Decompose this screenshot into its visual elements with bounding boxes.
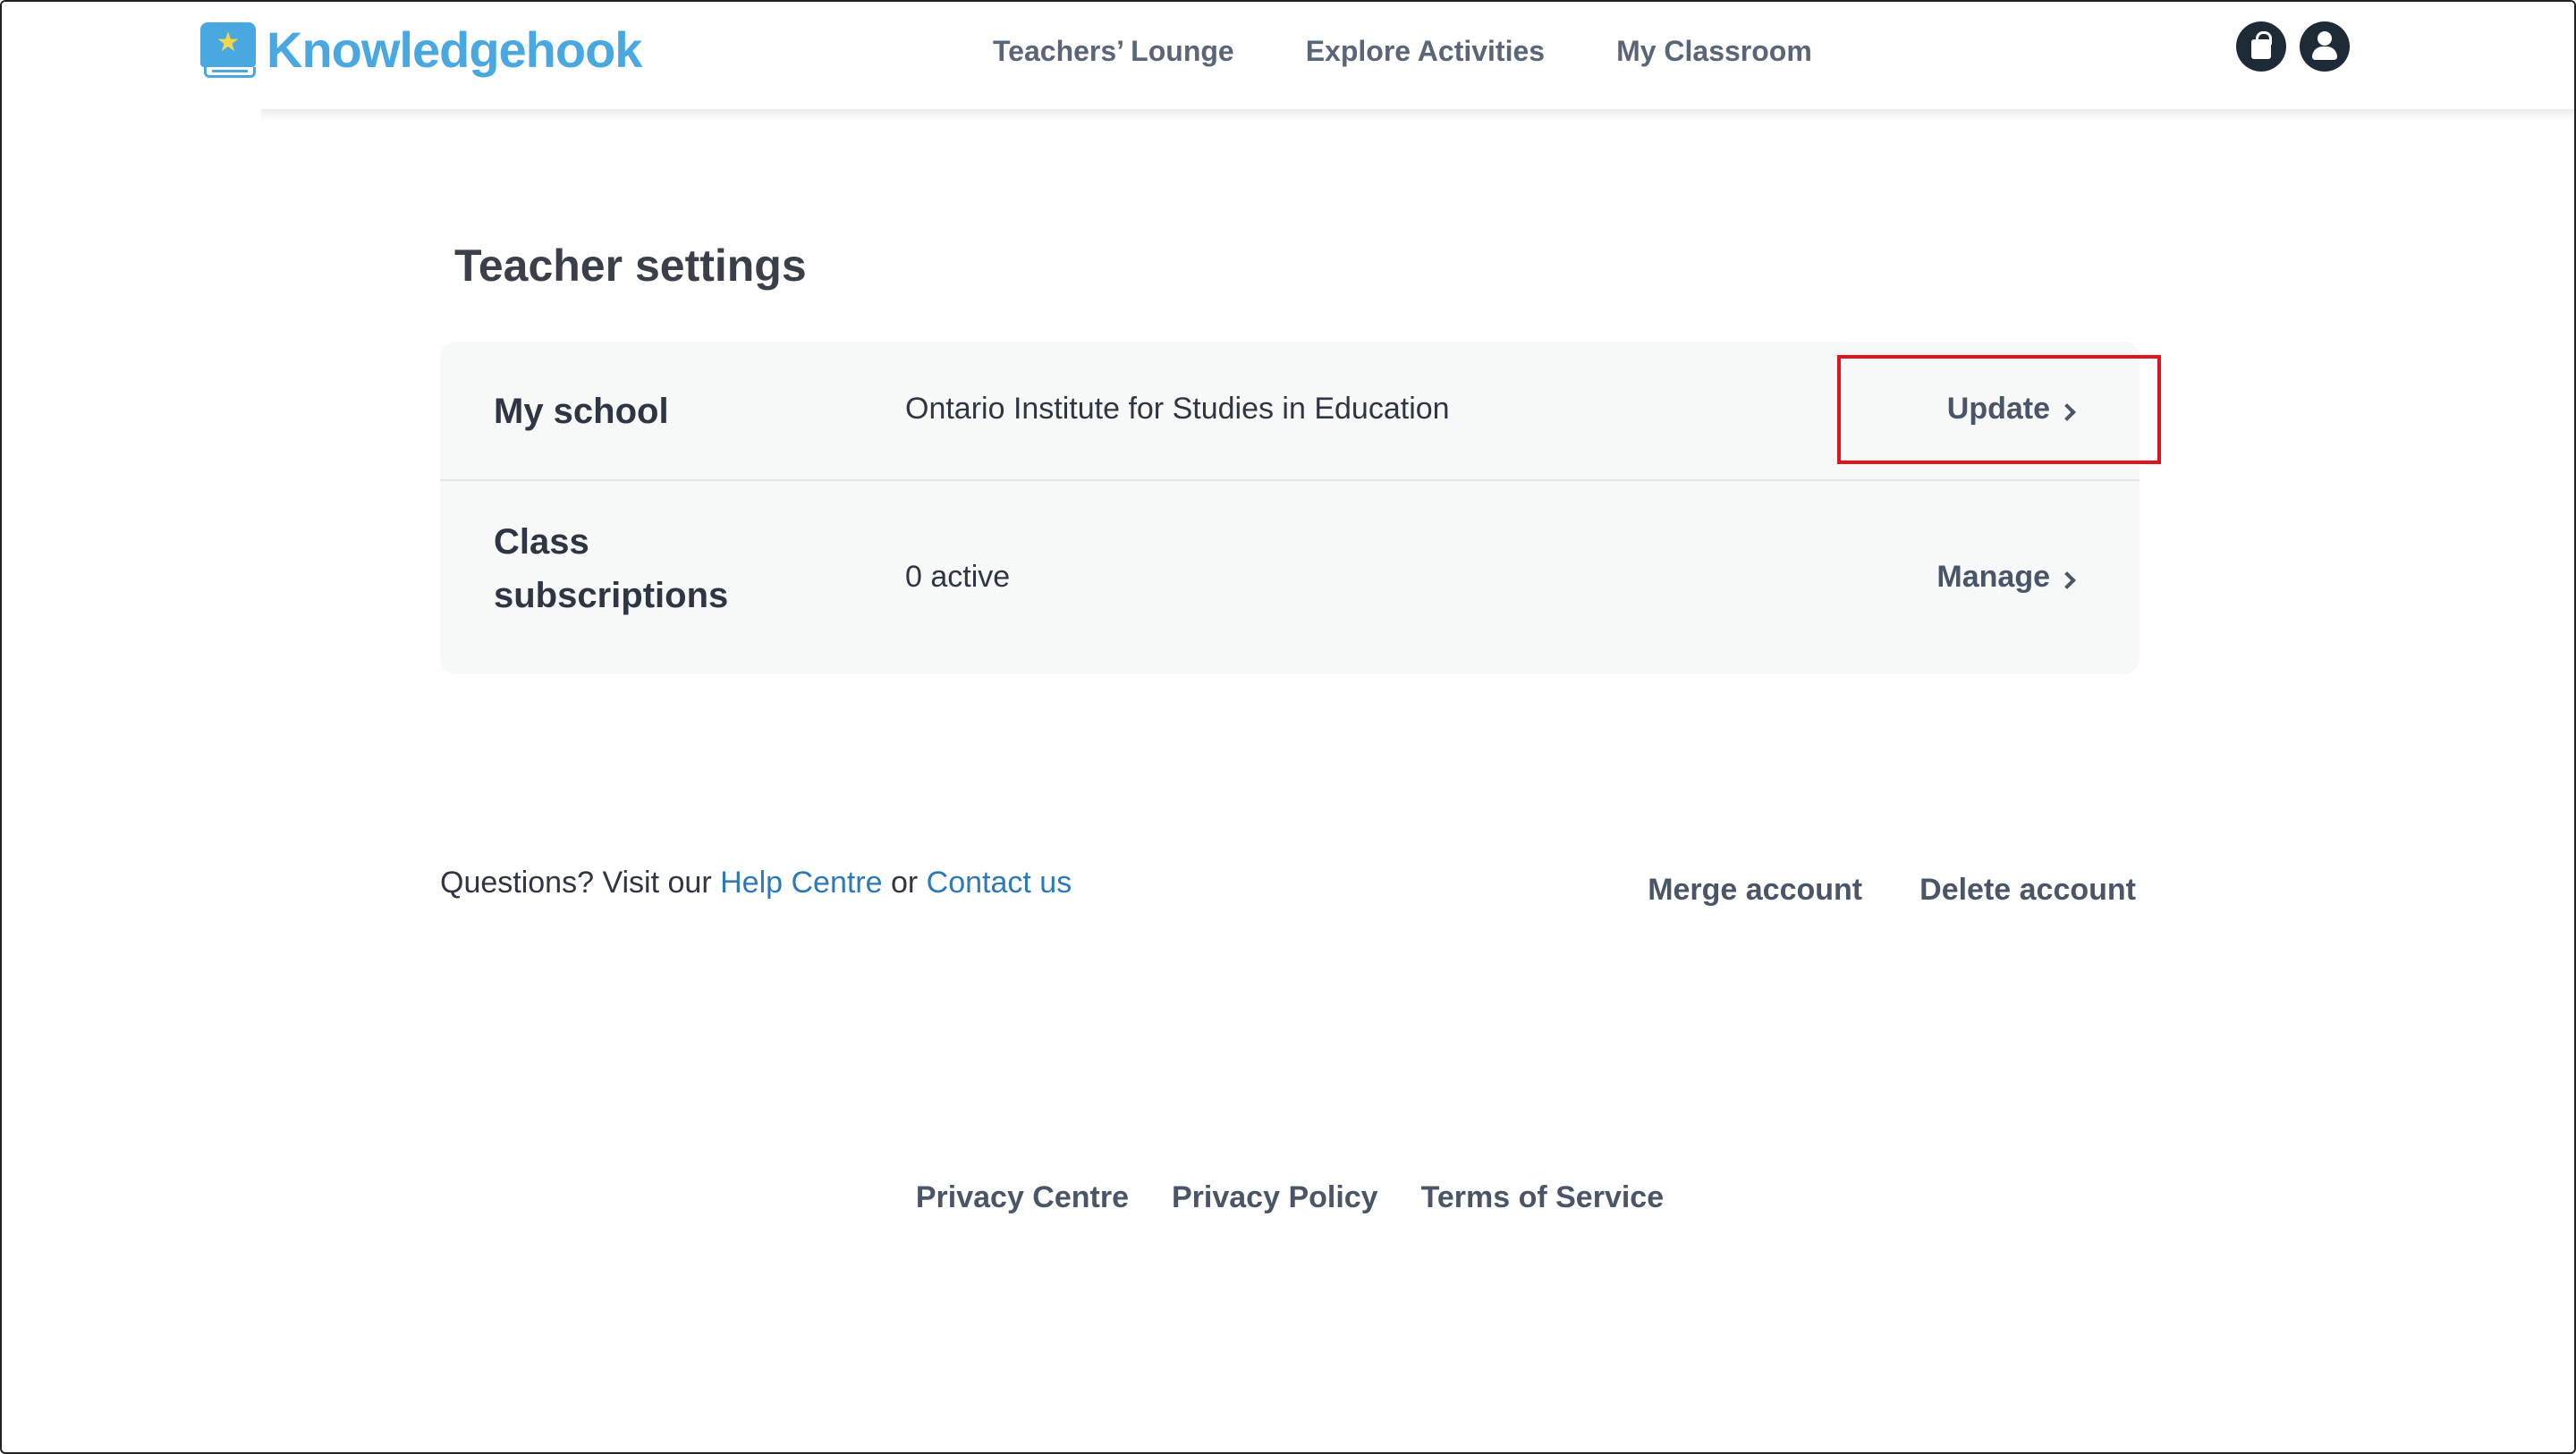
knowledgehook-logo[interactable]: ★ Knowledgehook [200,21,642,79]
user-account-icon[interactable] [2300,21,2350,72]
manage-label: Manage [1936,560,2050,594]
shopping-bag-icon[interactable] [2236,21,2286,72]
manage-subscriptions-button[interactable]: Manage [1936,560,2076,595]
row-label: My school [494,392,669,431]
subscriptions-count-value: 0 active [905,560,1011,594]
privacy-policy-link[interactable]: Privacy Policy [1172,1180,1378,1215]
main-nav: Teachers’ Lounge Explore Activities My C… [993,29,1812,73]
merge-account-link[interactable]: Merge account [1648,873,1862,908]
nav-teachers-lounge[interactable]: Teachers’ Lounge [993,35,1234,68]
page-title: Teacher settings [454,241,807,291]
nav-explore-activities[interactable]: Explore Activities [1306,35,1545,68]
settings-row-class-subscriptions: Class subscriptions 0 active Manage [440,483,2140,674]
help-text: Questions? Visit our Help Centre or Cont… [440,866,1072,900]
top-header: ★ Knowledgehook Teachers’ Lounge Explore… [2,2,2574,113]
delete-account-link[interactable]: Delete account [1919,873,2136,908]
app-window: ★ Knowledgehook Teachers’ Lounge Explore… [0,0,2576,1454]
footer-links: Privacy Centre Privacy Policy Terms of S… [2,1180,2574,1215]
help-prefix: Questions? Visit our [440,866,712,900]
school-name-value: Ontario Institute for Studies in Educati… [905,392,1450,426]
row-label: Class subscriptions [494,522,729,615]
contact-us-link[interactable]: Contact us [927,866,1072,900]
terms-of-service-link[interactable]: Terms of Service [1421,1180,1665,1215]
book-star-icon: ★ [200,22,256,78]
help-or: or [890,866,919,900]
logo-text: Knowledgehook [267,21,642,78]
account-actions: Merge account Delete account [1590,873,2136,908]
chevron-right-icon [2058,571,2076,589]
highlight-box [1837,355,2161,464]
nav-my-classroom[interactable]: My Classroom [1616,35,1812,68]
privacy-centre-link[interactable]: Privacy Centre [916,1180,1129,1215]
help-centre-link[interactable]: Help Centre [720,866,882,900]
header-shadow [261,109,2574,122]
